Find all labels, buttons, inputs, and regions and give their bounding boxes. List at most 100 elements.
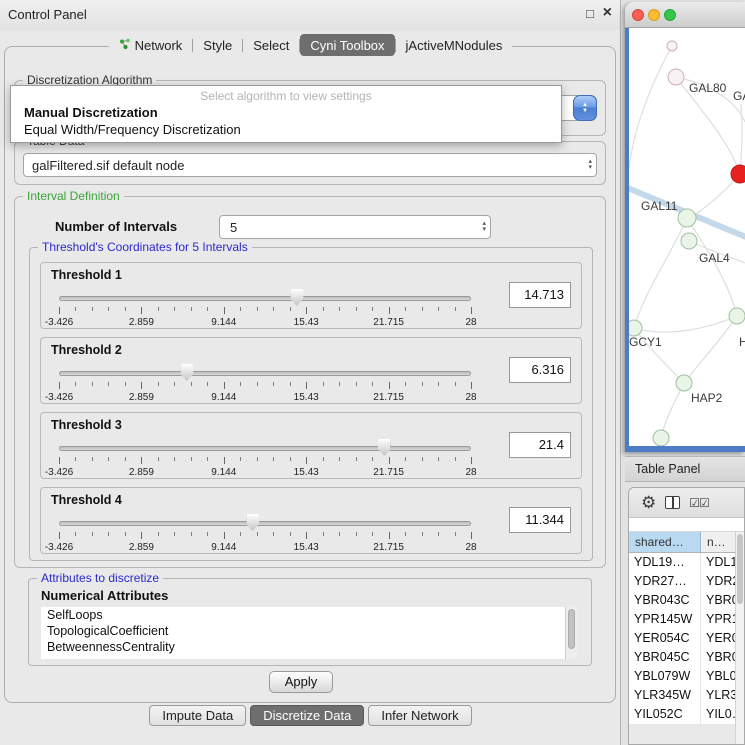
slider-thumb[interactable] [180,364,193,381]
number-of-intervals-combobox[interactable]: 5 ▴▾ [219,215,491,239]
screen: Control Panel □ × NetworkStyleSelectCyni… [0,0,745,745]
network-node[interactable] [676,375,692,391]
combo-stepper-icon[interactable]: ▴▾ [482,216,486,238]
tab-jactivemnodules[interactable]: jActiveMNodules [396,34,513,56]
table-panel-titlebar: Table Panel [625,456,745,482]
network-edge[interactable] [634,218,687,328]
table-cell-shared-name[interactable]: YPR145W [629,610,701,629]
table-cell-shared-name[interactable]: YBL079W [629,667,701,686]
network-view-window: GAL80GAGAL11GAL4GCY1HHAP2 [625,2,745,452]
network-edge[interactable] [684,316,737,383]
slider-track[interactable] [59,521,471,526]
close-traffic-light-icon[interactable] [632,9,644,21]
table-data-combobox[interactable]: galFiltered.sif default node ▴▾ [23,153,597,177]
network-node[interactable] [731,165,745,183]
table-data-group: Table Data galFiltered.sif default node … [14,141,606,185]
network-node[interactable] [729,308,745,324]
attributes-list[interactable]: SelfLoopsTopologicalCoefficientBetweenne… [41,607,577,659]
tab-select[interactable]: Select [243,34,299,56]
close-icon[interactable]: × [603,4,612,22]
group-title: Attributes to discretize [37,571,163,585]
table-row[interactable]: YLR345WYLR3… [629,686,744,705]
table-cell-shared-name[interactable]: YLR345W [629,686,701,705]
network-canvas[interactable]: GAL80GAGAL11GAL4GCY1HHAP2 [629,28,745,446]
scale-label: 15.43 [294,392,319,403]
table-cell-shared-name[interactable]: YIL052C [629,705,701,724]
slider-thumb[interactable] [246,514,259,531]
network-edge[interactable] [691,174,740,218]
network-node[interactable] [681,233,697,249]
dropdown-item[interactable]: Equal Width/Frequency Discretization [11,121,561,138]
network-node[interactable] [653,430,669,446]
network-node-label: GA [733,89,745,103]
table-row[interactable]: YBR043CYBR0… [629,591,744,610]
threshold-value-field[interactable]: 14.713 [509,282,571,308]
gear-icon[interactable]: ⚙ [641,494,656,511]
scale-label: 9.144 [211,317,236,328]
threshold-value-field[interactable]: 6.316 [509,357,571,383]
table-cell-shared-name[interactable]: YBR045C [629,648,701,667]
minimize-traffic-light-icon[interactable] [648,9,660,21]
table-cell-shared-name[interactable]: YER054C [629,629,701,648]
table-cell-shared-name[interactable]: YBR043C [629,591,701,610]
threshold-value-field[interactable]: 21.4 [509,432,571,458]
threshold-slider[interactable]: -3.4262.8599.14415.4321.71528 [59,362,471,404]
tab-discretize-data[interactable]: Discretize Data [250,705,364,726]
select-columns-icon[interactable]: ☑☑ [689,497,709,509]
tab-impute-data[interactable]: Impute Data [149,705,246,726]
slider-track[interactable] [59,371,471,376]
columns-icon[interactable] [665,496,680,509]
tab-network[interactable]: Network [109,34,193,56]
network-node[interactable] [668,69,684,85]
table-row[interactable]: YPR145WYPR1… [629,610,744,629]
tab-infer-network[interactable]: Infer Network [368,705,471,726]
slider-thumb[interactable] [378,439,391,456]
zoom-traffic-light-icon[interactable] [664,9,676,21]
scale-label: 15.43 [294,317,319,328]
float-window-icon[interactable]: □ [586,6,594,21]
network-edge[interactable] [634,316,737,332]
slider-ticks [59,457,471,465]
table-row[interactable]: YBR045CYBR0… [629,648,744,667]
scrollbar-thumb[interactable] [737,534,743,604]
table-cell-shared-name[interactable]: YDL19… [629,553,701,572]
attribute-list-item[interactable]: TopologicalCoefficient [41,623,577,639]
tab-label: Network [135,38,183,53]
slider-scale-labels: -3.4262.8599.14415.4321.71528 [59,542,471,554]
apply-button[interactable]: Apply [269,671,333,693]
slider-ticks [59,382,471,390]
network-node[interactable] [667,41,677,51]
slider-thumb[interactable] [290,289,303,306]
column-header-shared-name[interactable]: shared… [629,532,701,552]
slider-track[interactable] [59,296,471,301]
slider-track[interactable] [59,446,471,451]
table-row[interactable]: YDR27…YDR2… [629,572,744,591]
tab-cyni-toolbox[interactable]: Cyni Toolbox [300,34,394,56]
network-node[interactable] [629,320,642,336]
scrollbar-thumb[interactable] [568,609,575,649]
threshold-slider[interactable]: -3.4262.8599.14415.4321.71528 [59,287,471,329]
threshold-value-field[interactable]: 11.344 [509,507,571,533]
attributes-scrollbar[interactable] [565,607,577,659]
attribute-list-item[interactable]: SelfLoops [41,607,577,623]
scale-label: -3.426 [45,317,73,328]
combo-stepper-icon[interactable]: ▴▾ [588,154,592,176]
table-row[interactable]: YER054CYER0… [629,629,744,648]
threshold-slider[interactable]: -3.4262.8599.14415.4321.71528 [59,512,471,554]
table-scrollbar[interactable] [735,532,744,744]
network-graph[interactable]: GAL80GAGAL11GAL4GCY1HHAP2 [629,28,745,446]
tab-style[interactable]: Style [193,34,242,56]
table-row[interactable]: YDL19…YDL1… [629,553,744,572]
dropdown-item[interactable]: Manual Discretization [11,104,561,121]
network-edge[interactable] [629,46,672,168]
table-row[interactable]: YBL079WYBL0… [629,667,744,686]
combo-stepper-icon[interactable]: ▲▼ [573,95,597,121]
threshold-slider[interactable]: -3.4262.8599.14415.4321.71528 [59,437,471,479]
scale-label: 21.715 [373,542,404,553]
network-edge[interactable] [661,383,684,438]
scale-label: -3.426 [45,392,73,403]
network-node[interactable] [678,209,696,227]
table-cell-shared-name[interactable]: YDR27… [629,572,701,591]
attribute-list-item[interactable]: BetweennessCentrality [41,639,577,655]
table-row[interactable]: YIL052CYIL0… [629,705,744,724]
